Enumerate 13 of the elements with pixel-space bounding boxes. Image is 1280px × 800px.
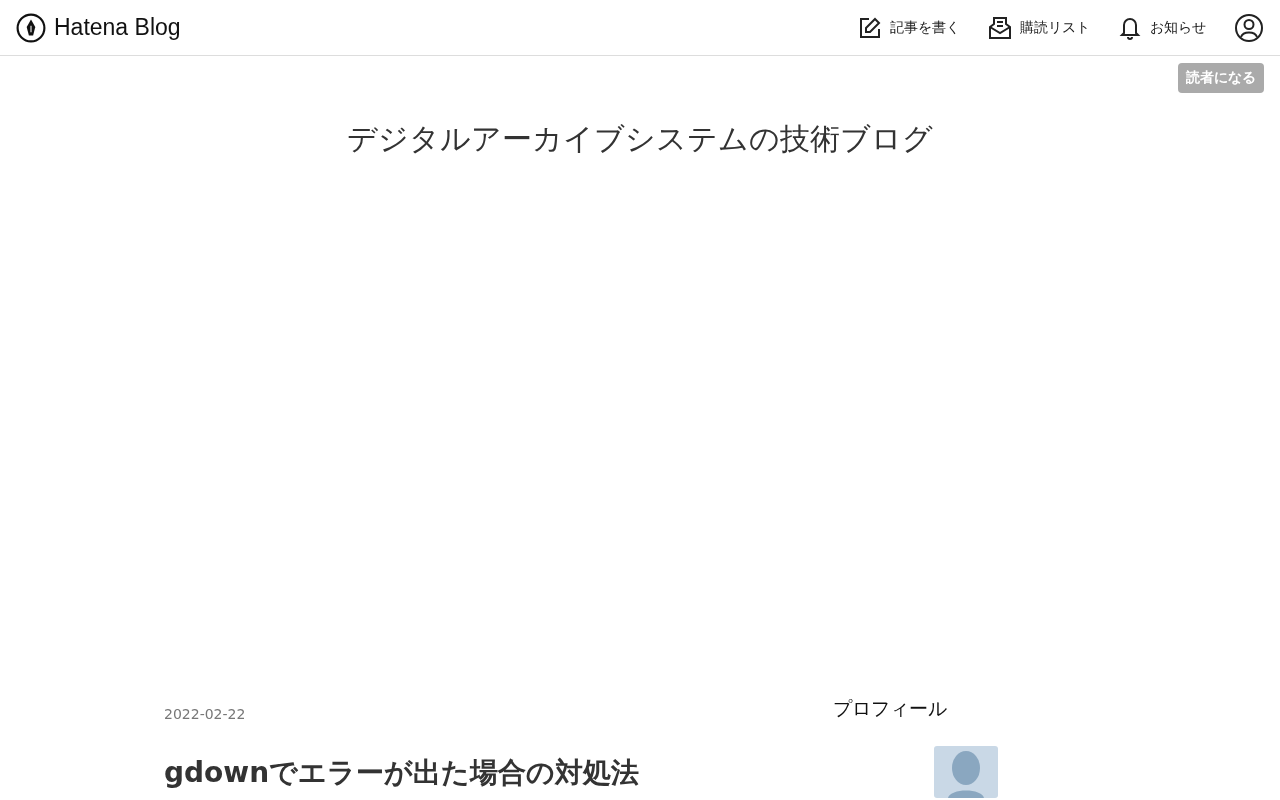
account-icon[interactable]: [1234, 12, 1264, 43]
sidebar-heading: プロフィール: [833, 696, 947, 721]
inbox-icon: [988, 15, 1012, 40]
bell-icon: [1118, 15, 1142, 40]
nav-link[interactable]: 購読リスト: [988, 15, 1090, 40]
nav-link[interactable]: 記事を書く: [858, 15, 960, 40]
edit-icon: [858, 15, 882, 40]
pen-nib-icon: [16, 12, 46, 43]
nav-link[interactable]: お知らせ: [1118, 15, 1206, 40]
blog-title[interactable]: デジタルアーカイブシステムの技術ブログ: [0, 119, 1280, 160]
hatena-blog-logo[interactable]: Hatena Blog: [54, 14, 181, 41]
entry-date[interactable]: 2022-02-22: [164, 706, 833, 722]
entry-title[interactable]: gdownでエラーが出た場合の対処法: [164, 754, 833, 792]
